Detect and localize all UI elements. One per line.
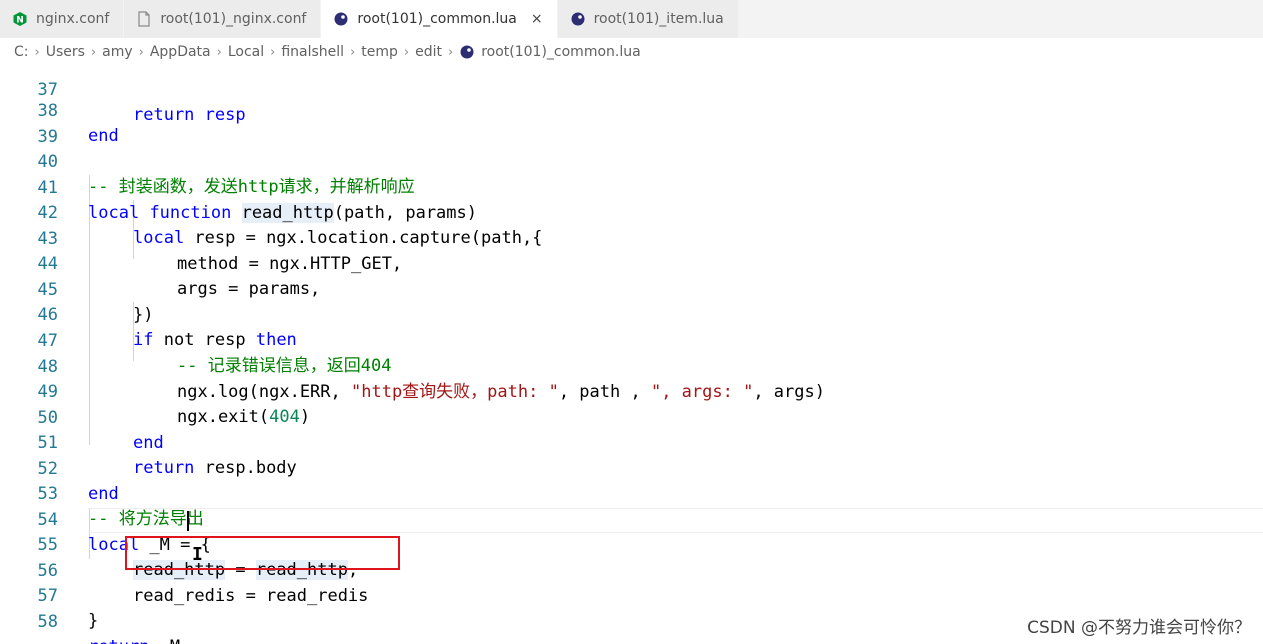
lua-icon (333, 11, 349, 27)
code-line: 39 (0, 100, 1263, 147)
tab-bar-empty-space (738, 0, 1263, 38)
tab-label: root(101)_item.lua (593, 11, 724, 27)
breadcrumb-item-local[interactable]: Local (228, 44, 264, 60)
breadcrumb: C: › Users › amy › AppData › Local › fin… (0, 38, 1263, 66)
code-line: 52 end (0, 432, 1263, 504)
breadcrumb-separator: › (90, 44, 97, 60)
code-line: 38 end (0, 74, 1263, 146)
code-line: 55 read_http = read_http, (0, 508, 1263, 580)
tab-root-item-lua[interactable]: root(101)_item.lua (557, 0, 739, 38)
breadcrumb-item-users[interactable]: Users (46, 44, 85, 60)
breadcrumb-item-temp[interactable]: temp (361, 44, 398, 60)
svg-text:N: N (16, 16, 24, 26)
mouse-ibeam-icon: I (192, 544, 203, 565)
code-line: 41 local function read_http(path, params… (0, 151, 1263, 223)
file-icon (136, 11, 152, 27)
breadcrumb-separator: › (138, 44, 144, 60)
code-line: 50 end (0, 381, 1263, 453)
tab-label: nginx.conf (36, 11, 110, 27)
nginx-icon: N (12, 11, 28, 27)
breadcrumb-item-finalshell[interactable]: finalshell (281, 44, 344, 60)
tab-bar: N nginx.conf root(101)_nginx.conf root(1… (0, 0, 1263, 38)
code-line: 54 local _M = { (0, 483, 1263, 555)
breadcrumb-separator: › (34, 44, 40, 60)
tab-label: root(101)_common.lua (357, 11, 517, 27)
lua-icon (570, 11, 586, 27)
breadcrumb-separator: › (270, 44, 276, 60)
code-line: 49 ngx.exit(404) (0, 355, 1263, 427)
breadcrumb-separator: › (448, 44, 454, 60)
breadcrumb-item-file[interactable]: root(101)_common.lua (481, 44, 640, 60)
code-line: 45 }) (0, 253, 1263, 325)
breadcrumb-separator: › (350, 44, 356, 60)
text-cursor (187, 511, 189, 531)
breadcrumb-separator: › (403, 44, 410, 60)
watermark: CSDN @不努力谁会可怜你？ (1027, 618, 1251, 638)
highlight-annotation-box (125, 536, 400, 570)
code-line: 44 args = params, (0, 227, 1263, 299)
tab-root-nginx-conf[interactable]: root(101)_nginx.conf (124, 0, 322, 38)
close-icon[interactable]: × (531, 11, 543, 27)
code-line: 53 -- 将方法导出 (0, 457, 1263, 529)
breadcrumb-item-amy[interactable]: amy (102, 44, 133, 60)
code-line: 42 local resp = ngx.location.capture(pat… (0, 176, 1263, 248)
breadcrumb-item-appdata[interactable]: AppData (150, 44, 211, 60)
code-line: 40 -- 封装函数，发送http请求，并解析响应 (0, 125, 1263, 197)
code-line: 58 return _M (0, 585, 1263, 644)
code-line: 48 ngx.log(ngx.ERR, "http查询失败，path: ", p… (0, 330, 1263, 402)
tab-root-common-lua[interactable]: root(101)_common.lua × (321, 0, 558, 38)
tab-label: root(101)_nginx.conf (160, 11, 307, 27)
code-line: 46 if not resp then (0, 278, 1263, 350)
lua-icon (459, 44, 475, 60)
breadcrumb-separator: › (216, 44, 222, 60)
line-number: 58 (37, 612, 58, 632)
tab-nginx-conf[interactable]: N nginx.conf (0, 0, 125, 38)
code-line: 47 -- 记录错误信息，返回404 (0, 304, 1263, 376)
code-text: } (88, 611, 99, 631)
code-keyword: return (88, 637, 149, 644)
breadcrumb-item-edit[interactable]: edit (415, 44, 442, 60)
code-text: _M (149, 637, 180, 644)
code-line: 43 method = ngx.HTTP_GET, (0, 202, 1263, 274)
code-line: 51 return resp.body (0, 406, 1263, 478)
breadcrumb-item-drive[interactable]: C: (14, 44, 29, 60)
